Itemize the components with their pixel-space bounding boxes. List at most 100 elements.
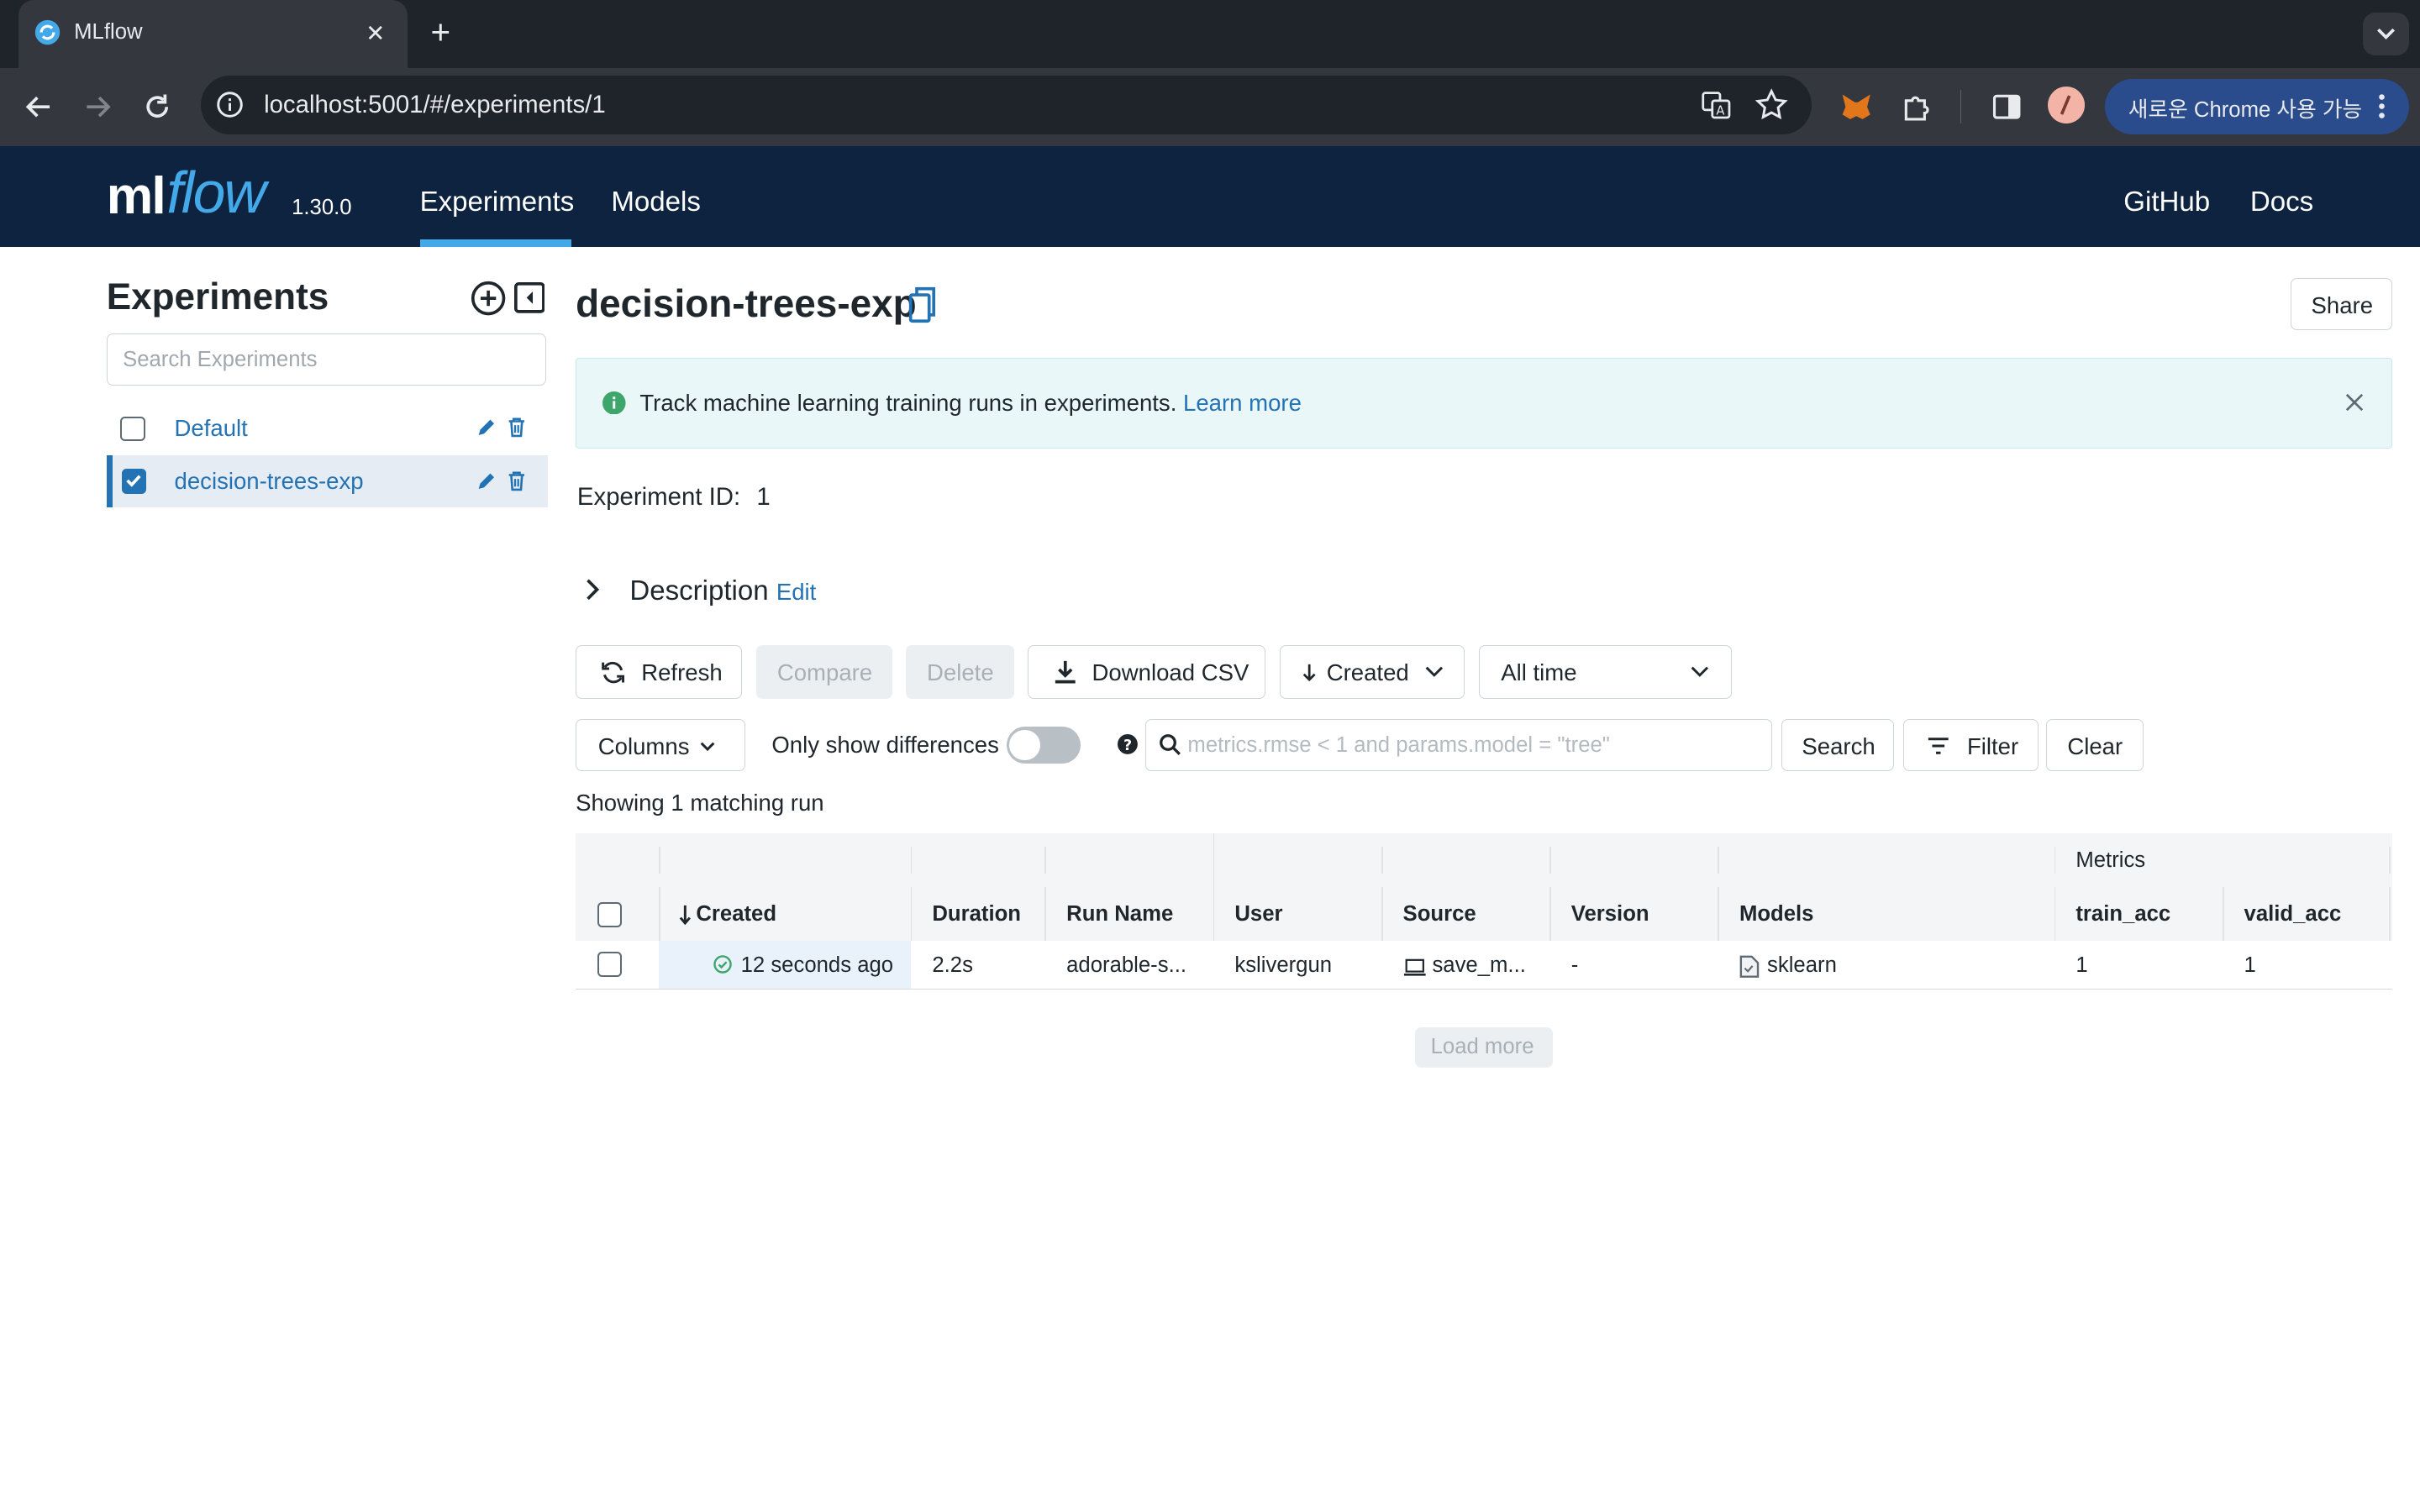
new-tab-icon[interactable]: + [430, 13, 450, 52]
run-created-link[interactable]: 12 seconds ago [741, 953, 894, 978]
column-separator [1718, 887, 1720, 942]
column-header-created[interactable]: Created [696, 902, 776, 927]
filter-label: Filter [1966, 733, 2019, 760]
metamask-extension-icon[interactable] [1839, 90, 1873, 123]
sidebar-item-label[interactable]: Default [175, 415, 248, 442]
column-header-models[interactable]: Models [1739, 902, 1814, 927]
sort-down-icon [679, 904, 692, 926]
metric-train-acc: 1 [2075, 953, 2088, 978]
description-label[interactable]: Description [629, 575, 768, 607]
clear-button[interactable]: Clear [2046, 718, 2144, 772]
search-experiments-input[interactable] [119, 346, 528, 375]
column-header-version[interactable]: Version [1571, 902, 1649, 927]
back-arrow-icon[interactable] [22, 90, 55, 123]
column-header-run-name[interactable]: Run Name [1066, 902, 1173, 927]
search-button[interactable]: Search [1781, 718, 1894, 772]
banner-text: Track machine learning training runs in … [639, 390, 1302, 417]
trash-icon[interactable] [506, 470, 528, 492]
close-tab-icon[interactable]: ✕ [366, 20, 385, 47]
run-model-link[interactable]: sklearn [1767, 953, 1837, 978]
column-header-source[interactable]: Source [1403, 902, 1476, 927]
address-bar[interactable]: localhost:5001/#/experiments/1 A [200, 75, 1812, 134]
nav-github[interactable]: GitHub [2123, 186, 2210, 218]
column-separator [659, 847, 661, 874]
column-separator [910, 847, 913, 874]
column-header-valid-acc[interactable]: valid_acc [2244, 902, 2342, 927]
copy-icon[interactable] [908, 286, 939, 326]
delete-button[interactable]: Delete [906, 644, 1014, 700]
forward-arrow-icon[interactable] [81, 90, 114, 123]
refresh-label: Refresh [641, 659, 723, 686]
column-header-train-acc[interactable]: train_acc [2075, 902, 2170, 927]
columns-dropdown[interactable]: Columns [576, 718, 746, 772]
extensions-puzzle-icon[interactable] [1900, 90, 1933, 123]
logo-ml-text[interactable]: ml [107, 165, 166, 226]
reload-icon[interactable] [140, 90, 174, 123]
side-panel-icon[interactable] [1990, 90, 2023, 123]
share-button[interactable]: Share [2290, 277, 2392, 331]
info-banner: Track machine learning training runs in … [576, 358, 2392, 449]
profile-avatar[interactable] [2048, 86, 2086, 123]
close-banner-icon[interactable] [2345, 393, 2364, 412]
select-all-checkbox[interactable] [597, 902, 623, 927]
table-row[interactable]: 12 seconds ago 2.2s adorable-s... kslive… [576, 941, 2392, 990]
download-csv-button[interactable]: Download CSV [1028, 644, 1266, 700]
help-icon[interactable]: ? [1117, 734, 1138, 755]
load-more-button[interactable]: Load more [1415, 1027, 1553, 1068]
column-separator [2389, 887, 2391, 942]
chevron-right-icon[interactable] [583, 579, 602, 601]
column-separator [1549, 847, 1551, 874]
pencil-edit-icon[interactable] [476, 470, 497, 492]
nav-docs[interactable]: Docs [2250, 186, 2313, 218]
toolbar-divider [1960, 89, 1962, 123]
runs-search-input[interactable] [1184, 732, 1762, 760]
nav-experiments[interactable]: Experiments [420, 186, 575, 218]
logo-flow-text[interactable]: flow [166, 159, 266, 226]
pencil-edit-icon[interactable] [476, 417, 497, 438]
sidebar-item-default[interactable]: Default [107, 402, 548, 454]
sidebar-item-label[interactable]: decision-trees-exp [175, 468, 364, 495]
bookmark-star-icon[interactable] [1754, 87, 1788, 122]
more-vert-icon[interactable] [2377, 92, 2386, 120]
refresh-icon [600, 659, 626, 685]
refresh-button[interactable]: Refresh [576, 644, 743, 700]
time-range-select[interactable]: All time [1478, 644, 1732, 700]
row-checkbox[interactable] [597, 952, 623, 977]
table-group-header: Metrics [576, 832, 2392, 888]
runs-search-field[interactable] [1144, 718, 1772, 772]
trash-icon[interactable] [506, 417, 528, 438]
filter-button[interactable]: Filter [1902, 718, 2039, 772]
search-experiments-field[interactable] [106, 333, 547, 386]
nav-models[interactable]: Models [611, 186, 701, 218]
experiment-checkbox-checked[interactable] [122, 469, 147, 494]
chrome-update-button[interactable]: 새로운 Chrome 사용 가능 [2105, 78, 2410, 134]
chevron-down-icon [1423, 664, 1445, 680]
run-name[interactable]: adorable-s... [1066, 953, 1186, 978]
description-edit-link[interactable]: Edit [776, 579, 816, 606]
mlflow-favicon-icon [34, 18, 61, 46]
checkmark-icon [126, 475, 141, 488]
column-header-user[interactable]: User [1234, 902, 1282, 927]
sidebar-item-decision-trees-exp[interactable]: decision-trees-exp [106, 454, 548, 508]
column-header-duration[interactable]: Duration [932, 902, 1021, 927]
collapse-sidebar-icon[interactable] [513, 282, 545, 313]
site-info-icon[interactable] [216, 91, 244, 118]
experiment-id-row: Experiment ID: 1 [577, 483, 771, 512]
compare-button[interactable]: Compare [755, 644, 892, 700]
tab-search-button[interactable] [2362, 12, 2410, 56]
sort-dropdown[interactable]: Created [1279, 644, 1465, 700]
svg-text:?: ? [1123, 738, 1132, 754]
only-show-differences-toggle[interactable] [1006, 727, 1081, 764]
run-duration: 2.2s [932, 953, 973, 978]
run-source[interactable]: save_m... [1432, 953, 1525, 978]
experiment-id-label: Experiment ID: [576, 482, 741, 511]
browser-tab[interactable]: MLflow ✕ [18, 0, 408, 68]
learn-more-link[interactable]: Learn more [1183, 390, 1302, 416]
chevron-down-icon [1689, 664, 1711, 680]
translate-icon[interactable]: A [1701, 90, 1732, 121]
clear-label: Clear [2067, 733, 2123, 760]
add-experiment-icon[interactable] [471, 281, 506, 316]
column-separator [910, 887, 913, 942]
column-separator [1718, 847, 1720, 874]
experiment-checkbox[interactable] [120, 416, 145, 442]
